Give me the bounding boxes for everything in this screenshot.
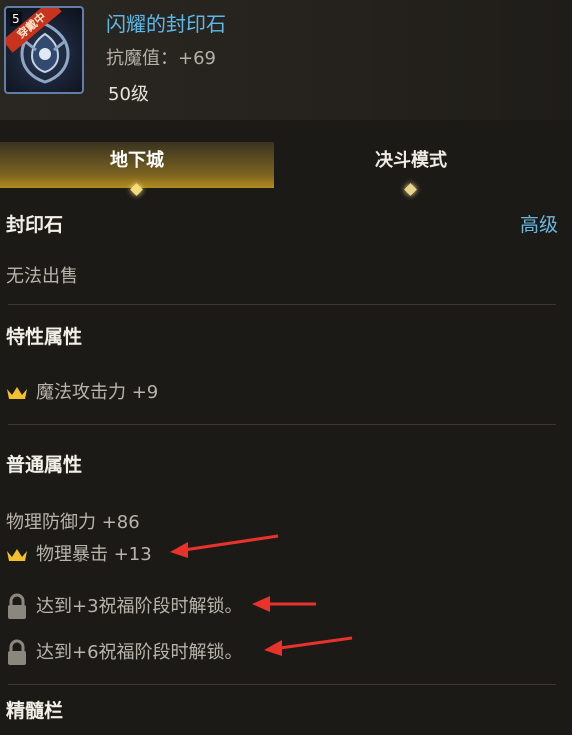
essence-slot-title: 精髓栏	[6, 700, 64, 722]
tab-indicator-icon	[130, 183, 143, 196]
annotation-arrow-icon	[170, 534, 279, 558]
divider	[8, 684, 556, 685]
normal-attributes-title: 普通属性	[6, 454, 83, 476]
divider	[8, 304, 556, 305]
normal-attribute-item: 物理防御力 +86	[6, 512, 140, 533]
sell-status: 无法出售	[6, 266, 78, 287]
item-icon-frame[interactable]: 5 穿戴中	[4, 6, 84, 94]
item-header: 5 穿戴中 闪耀的封印石 抗魔值：+69 50级	[0, 0, 572, 120]
special-attribute-item: 魔法攻击力 +9	[6, 378, 158, 404]
tab-indicator-icon	[404, 183, 417, 196]
mode-tabs: 地下城 决斗模式	[0, 142, 560, 196]
locked-attribute-item: 达到+3祝福阶段时解锁。	[6, 592, 243, 621]
tab-dungeon-label: 地下城	[110, 150, 164, 171]
item-stat: 抗魔值：+69	[106, 48, 216, 69]
divider	[8, 424, 556, 425]
crown-icon	[7, 387, 27, 399]
lock-icon	[8, 639, 26, 665]
annotation-arrow-icon	[252, 596, 316, 612]
special-attributes-title: 特性属性	[6, 326, 83, 348]
normal-attribute-item: 物理暴击 +13	[6, 540, 152, 566]
locked-attribute-item: 达到+6祝福阶段时解锁。	[6, 638, 243, 667]
tab-duel-label: 决斗模式	[375, 150, 447, 171]
tab-dungeon[interactable]: 地下城	[0, 142, 274, 196]
annotation-arrow-icon	[264, 636, 353, 656]
crown-icon	[7, 549, 27, 561]
lock-icon	[8, 593, 26, 619]
item-grade: 高级	[519, 214, 558, 236]
item-level: 50级	[108, 84, 149, 105]
item-type: 封印石	[6, 214, 64, 236]
tab-duel-mode[interactable]: 决斗模式	[274, 142, 548, 196]
item-name: 闪耀的封印石	[106, 12, 226, 36]
